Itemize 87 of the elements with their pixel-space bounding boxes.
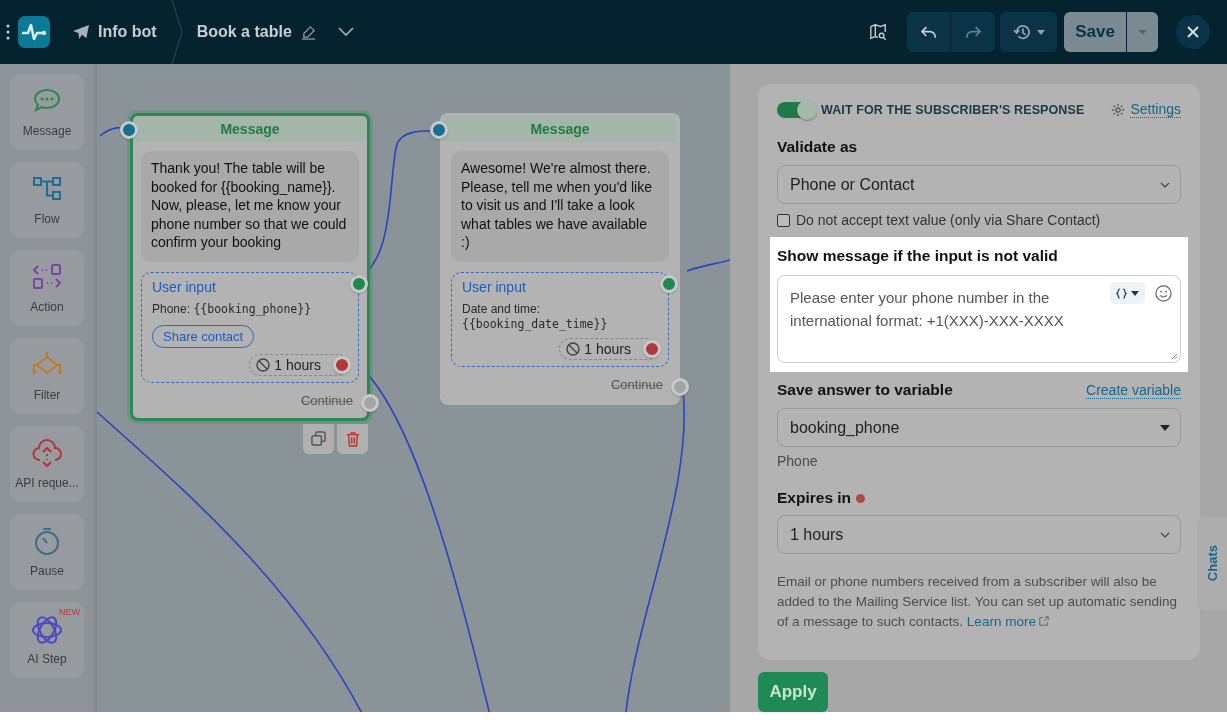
braces-icon [1116, 287, 1127, 299]
toggle-label: WAIT FOR THE SUBSCRIBER'S RESPONSE [821, 102, 1085, 117]
continue-label: Continue [610, 376, 663, 392]
close-button[interactable] [1176, 15, 1210, 49]
flow-menu-button[interactable] [337, 27, 354, 37]
logo-icon[interactable] [18, 16, 50, 48]
caret-icon [1036, 29, 1045, 35]
toolbox-item[interactable]: Message [10, 74, 84, 150]
learn-more-link[interactable]: Learn more [966, 614, 1049, 629]
ban-icon [256, 357, 271, 372]
close-icon [1187, 26, 1199, 38]
success-port[interactable] [660, 274, 678, 293]
timeout-port[interactable] [643, 339, 661, 358]
chevron-down-icon [1160, 181, 1170, 188]
create-variable-link[interactable]: Create variable [1086, 381, 1181, 399]
redo-button[interactable] [951, 12, 995, 52]
settings-link[interactable]: Settings [1130, 101, 1181, 118]
caret-icon [1131, 290, 1139, 296]
variable-type: Phone [777, 453, 819, 469]
toolbox-item[interactable]: Filter [10, 338, 84, 414]
cloud-icon [31, 438, 63, 468]
input-port[interactable] [120, 121, 138, 139]
caret-icon [1138, 29, 1147, 35]
redo-icon [965, 25, 981, 39]
emoji-icon[interactable] [1155, 284, 1172, 302]
breadcrumb-separator-icon [170, 0, 183, 64]
variable-select[interactable]: booking_phone [777, 408, 1181, 447]
variable-text: Date and time: {{booking_date_time}} [462, 301, 609, 332]
flow-name: Book a table [196, 23, 292, 41]
pencil-icon[interactable] [300, 24, 316, 40]
user-input-label: User input [152, 278, 217, 295]
required-dot-icon [856, 493, 866, 503]
resize-grip-icon [1171, 353, 1178, 360]
history-icon [1012, 24, 1031, 40]
send-icon [72, 24, 90, 40]
toolbox-item[interactable]: NEW AI Step [10, 602, 84, 678]
toolbox-item[interactable]: Flow [10, 162, 84, 238]
ban-icon [566, 341, 581, 356]
undo-button[interactable] [907, 12, 950, 52]
validate-select[interactable]: Phone or Contact [777, 165, 1181, 204]
variable-menu-button[interactable] [1110, 282, 1145, 304]
save-button[interactable]: Save [1064, 12, 1126, 52]
message-bubble: Thank you! The table will be booked for {{booking_name}}. Now, please, let me know your phone number so that we could confirm your booking [141, 151, 359, 262]
toolbox-item[interactable]: Pause [10, 514, 84, 590]
external-link-icon [1038, 616, 1049, 626]
node-title: Message [133, 116, 367, 142]
expires-select[interactable]: 1 hours [777, 515, 1181, 554]
chevron-down-icon [337, 27, 354, 37]
invalid-message-label: Show message if the input is not valid [777, 247, 1059, 265]
new-label: NEW [59, 607, 80, 617]
checkbox[interactable] [777, 213, 790, 227]
variable-label: Save answer to variable [777, 381, 953, 399]
map-search-button[interactable] [869, 23, 887, 41]
variable-text: Phone: {{booking_phone}} [152, 301, 313, 317]
atom-icon [31, 614, 63, 644]
history-button[interactable] [1000, 12, 1057, 52]
action-icon [31, 262, 63, 292]
node-title: Message [443, 116, 677, 142]
continue-label: Continue [300, 392, 353, 408]
chats-tab[interactable]: Chats [1197, 517, 1227, 610]
trash-icon [345, 430, 360, 447]
user-input-label: User input [462, 278, 527, 295]
duplicate-button[interactable] [303, 423, 334, 454]
info-note: Email or phone numbers received from a subscriber will also be added to the Mailing Service list. You can set up automatic sending of a message to such contacts. Learn more [777, 573, 1178, 631]
expires-label: Expires in [777, 489, 852, 507]
settings-icon [1111, 102, 1126, 117]
message-bubble: Awesome! We're almost there. Please, tell me when you'd like to visit us and I'll take a look what tables we have available :) [451, 151, 669, 262]
bot-name[interactable]: Info bot [98, 23, 157, 41]
toolbox-item[interactable]: Action [10, 250, 84, 326]
success-port[interactable] [350, 274, 368, 293]
wait-toggle[interactable] [777, 101, 815, 118]
delete-button[interactable] [337, 423, 368, 454]
timeout-port[interactable] [333, 355, 351, 374]
validate-label: Validate as [777, 138, 859, 156]
toolbox-item[interactable]: API reque... [10, 426, 84, 502]
more-icon[interactable] [6, 24, 10, 40]
undo-icon [920, 25, 937, 39]
input-port[interactable] [430, 121, 448, 139]
apply-button[interactable]: Apply [758, 672, 828, 712]
message-textarea[interactable]: Please enter your phone number in the international format: +1(XXX)-XXX-XXXX [777, 275, 1181, 363]
copy-icon [311, 431, 326, 446]
checkbox-label: Do not accept text value (only via Share Contact) [796, 212, 1101, 228]
connector-line [686, 259, 730, 272]
caret-icon [1160, 424, 1170, 431]
message-node[interactable] [130, 113, 370, 421]
map-search-icon [869, 23, 887, 41]
chevron-down-icon [1160, 531, 1170, 538]
